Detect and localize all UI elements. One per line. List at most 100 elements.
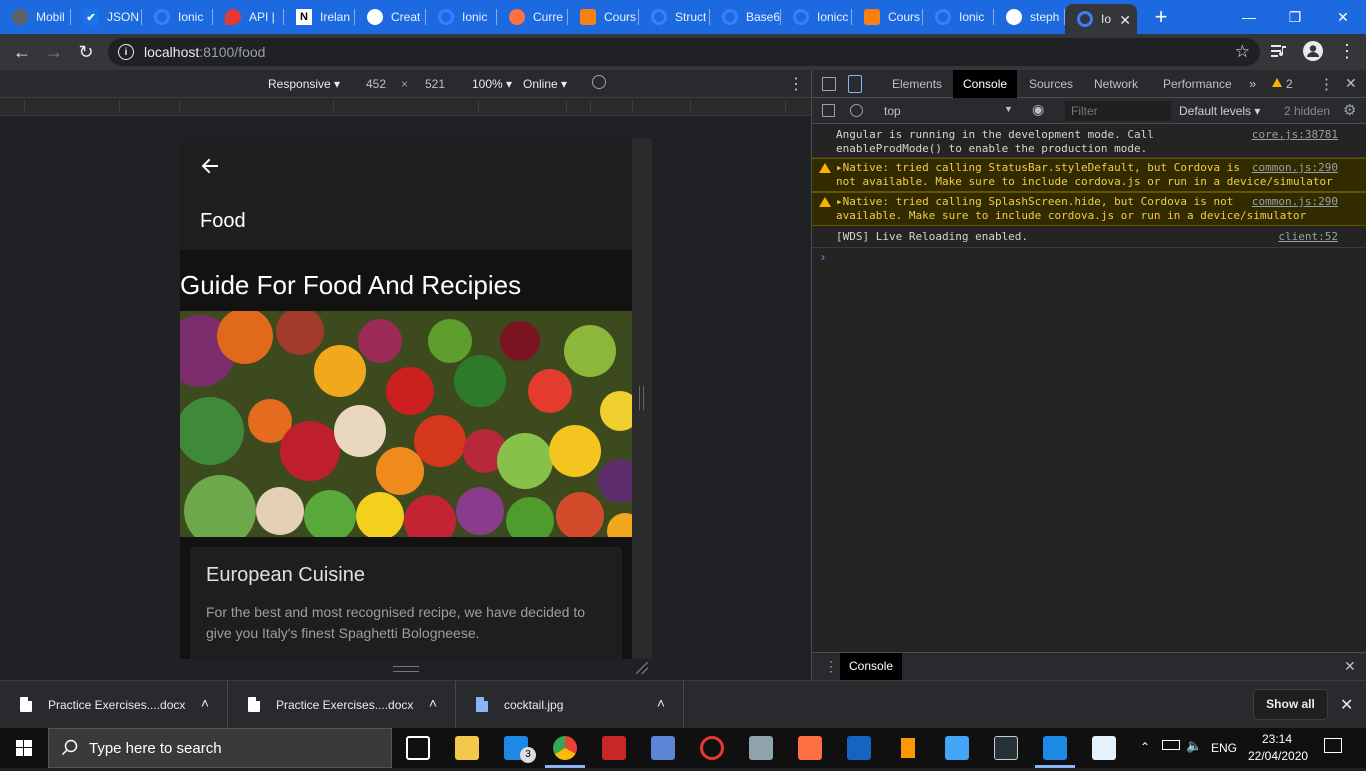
browser-tab[interactable]: Ionic [923, 0, 994, 34]
task-view-icon[interactable] [406, 736, 430, 760]
viewport-height-input[interactable]: 521 [425, 77, 445, 91]
resize-handle-corner[interactable] [636, 662, 648, 674]
devtools-tab-elements[interactable]: Elements [882, 70, 952, 98]
console-message-text[interactable]: ▸Native: tried calling SplashScreen.hide… [836, 195, 1306, 223]
restore-icon[interactable]: ❐ [1272, 0, 1318, 34]
chevron-up-icon[interactable]: ˄ [201, 695, 209, 711]
context-select[interactable]: top [884, 104, 901, 118]
download-item[interactable]: Practice Exercises....docx ˄ [0, 681, 228, 729]
media-control-icon[interactable] [1270, 42, 1288, 60]
sidebar-toggle-icon[interactable] [822, 104, 835, 117]
resize-handle-right[interactable] [639, 386, 644, 410]
start-button[interactable] [0, 728, 48, 768]
bookmark-star-icon[interactable]: ☆ [1235, 42, 1250, 62]
browser-tab[interactable]: ✔ JSON [71, 0, 142, 34]
zoom-select[interactable]: 100% ▾ [472, 77, 512, 91]
context-dropdown-icon[interactable]: ▼ [1004, 104, 1013, 114]
app-blocked-icon[interactable] [700, 736, 724, 760]
browser-tab[interactable]: Io ✕ [1065, 4, 1137, 34]
console-message-text[interactable]: Angular is running in the development mo… [836, 128, 1154, 156]
drawer-close-icon[interactable]: ✕ [1344, 658, 1356, 675]
app-back-button[interactable] [198, 154, 222, 178]
taskbar-search-box[interactable]: Type here to search [48, 728, 392, 768]
app-white-icon[interactable] [1092, 736, 1116, 760]
downloads-close-icon[interactable]: ✕ [1340, 695, 1353, 715]
tray-chevron-icon[interactable]: ⌃ [1140, 740, 1150, 754]
resize-handle-bottom[interactable] [393, 666, 419, 672]
browser-tab[interactable]: N Irelan [284, 0, 355, 34]
log-levels-select[interactable]: Default levels ▾ [1179, 104, 1260, 118]
devtools-tab-network[interactable]: Network [1084, 70, 1148, 98]
address-bar[interactable]: i localhost:8100/food ☆ [108, 38, 1260, 66]
devtools-tab-performance[interactable]: Performance [1153, 70, 1242, 98]
show-all-button[interactable]: Show all [1253, 689, 1328, 720]
language-indicator[interactable]: ENG [1211, 741, 1237, 755]
drawer-tab-console[interactable]: Console [840, 653, 903, 680]
browser-tab[interactable]: Cours [852, 0, 923, 34]
browser-tab[interactable]: steph [994, 0, 1065, 34]
vlc-icon[interactable] [896, 736, 920, 760]
browser-tab[interactable]: Mobil [0, 0, 71, 34]
terminal-icon[interactable] [994, 736, 1018, 760]
browser-tab[interactable]: Base6 [710, 0, 781, 34]
browser-tab[interactable]: Ionic [426, 0, 497, 34]
chevron-up-icon[interactable]: ˄ [429, 695, 437, 711]
app-orange-icon[interactable] [798, 736, 822, 760]
download-item[interactable]: Practice Exercises....docx ˄ [228, 681, 456, 729]
malwarebytes-icon[interactable] [847, 736, 871, 760]
browser-tab[interactable]: Creat [355, 0, 426, 34]
devtools-menu-icon[interactable]: ⋮ [1319, 75, 1334, 93]
live-expression-eye-icon[interactable]: ◉ [1032, 101, 1044, 118]
profile-icon[interactable] [1303, 41, 1323, 61]
device-toggle-icon[interactable] [848, 75, 862, 93]
browser-tab[interactable]: API | [213, 0, 284, 34]
browser-tab[interactable]: Cours [568, 0, 639, 34]
clock-time[interactable]: 23:14 [1262, 732, 1292, 746]
browser-tab[interactable]: Ionicc [781, 0, 852, 34]
back-icon[interactable]: ← [6, 36, 38, 68]
console-source-link[interactable]: core.js:38781 [1252, 128, 1338, 142]
volume-icon[interactable]: 🔈 [1186, 738, 1202, 754]
warnings-count[interactable]: 2 [1286, 77, 1293, 91]
menu-icon[interactable]: ⋮ [1338, 41, 1356, 61]
info-icon[interactable]: i [118, 44, 134, 60]
drawer-menu-icon[interactable]: ⋮ [824, 658, 838, 675]
minimize-icon[interactable]: — [1226, 0, 1272, 34]
battery-icon[interactable] [1162, 740, 1180, 750]
chevron-up-icon[interactable]: ˄ [657, 695, 665, 711]
browser-tab[interactable]: Curre [497, 0, 568, 34]
network-throttle-select[interactable]: Online ▾ [523, 77, 567, 91]
app-blue-icon[interactable] [651, 736, 675, 760]
console-source-link[interactable]: client:52 [1278, 230, 1338, 244]
clear-console-icon[interactable] [850, 104, 863, 117]
browser-tab[interactable]: Ionic [142, 0, 213, 34]
clock-date[interactable]: 22/04/2020 [1248, 749, 1308, 763]
device-mode-select[interactable]: Responsive ▾ [268, 77, 340, 91]
console-source-link[interactable]: common.js:290 [1252, 195, 1338, 209]
app-red-icon[interactable] [602, 736, 626, 760]
devtools-tab-console[interactable]: Console [953, 70, 1018, 98]
console-message-text[interactable]: [WDS] Live Reloading enabled. [836, 230, 1028, 244]
vscode-icon[interactable] [1043, 736, 1067, 760]
new-tab-button[interactable]: + [1145, 0, 1177, 34]
console-settings-icon[interactable]: ⚙ [1343, 101, 1356, 119]
console-filter-input[interactable]: Filter [1065, 101, 1171, 121]
devtools-close-icon[interactable]: ✕ [1345, 75, 1357, 92]
app-image-icon[interactable] [749, 736, 773, 760]
app-light-blue-icon[interactable] [945, 736, 969, 760]
notifications-icon[interactable] [1324, 738, 1342, 753]
console-source-link[interactable]: common.js:290 [1252, 161, 1338, 175]
cuisine-card[interactable]: European Cuisine For the best and most r… [190, 547, 622, 659]
download-item[interactable]: cocktail.jpg ˄ [456, 681, 684, 729]
close-window-icon[interactable]: ✕ [1320, 0, 1366, 34]
chrome-icon[interactable] [553, 736, 577, 760]
console-prompt[interactable]: › [821, 250, 825, 264]
more-tabs-icon[interactable]: » [1249, 76, 1256, 91]
reload-icon[interactable]: ↻ [70, 36, 102, 68]
device-more-icon[interactable]: ⋮ [788, 74, 804, 94]
inspect-element-icon[interactable] [822, 77, 836, 91]
rotate-icon[interactable] [592, 75, 606, 89]
viewport-width-input[interactable]: 452 [366, 77, 386, 91]
forward-icon[interactable]: → [38, 36, 70, 68]
browser-tab[interactable]: Struct [639, 0, 710, 34]
